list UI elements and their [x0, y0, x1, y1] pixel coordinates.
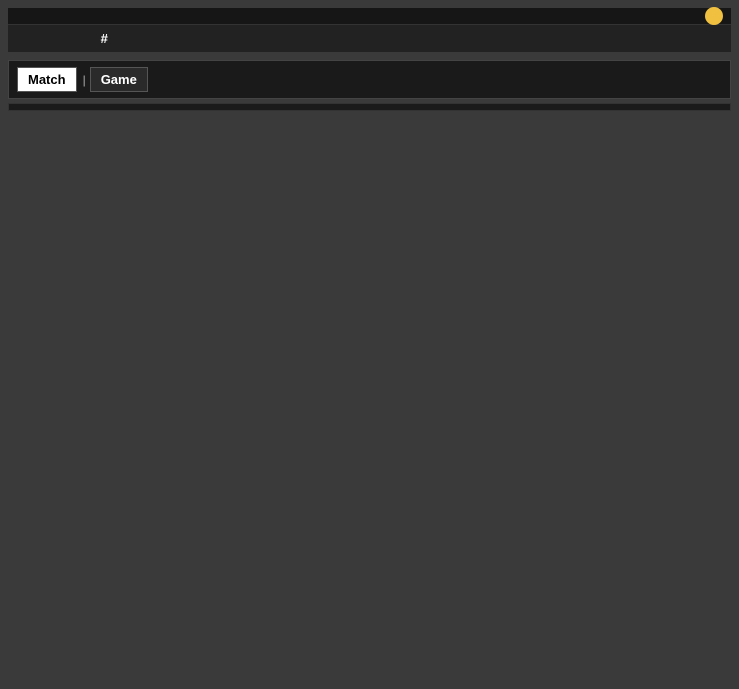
tab-game[interactable]: Game — [90, 67, 148, 92]
tabs-row: Match | Game — [8, 60, 731, 99]
tab-match[interactable]: Match — [17, 67, 77, 92]
col-games — [466, 25, 599, 53]
help-icon[interactable] — [705, 7, 723, 25]
main-container: # Match | Game — [0, 0, 739, 119]
tab-separator: | — [83, 73, 86, 87]
matrix-corner — [9, 104, 731, 111]
standings-table: # — [8, 8, 731, 52]
col-team — [201, 25, 334, 53]
col-str — [598, 25, 731, 53]
col-rank: # — [8, 25, 201, 53]
col-series — [333, 25, 466, 53]
standings-title — [8, 8, 731, 25]
matrix-table — [8, 103, 731, 111]
